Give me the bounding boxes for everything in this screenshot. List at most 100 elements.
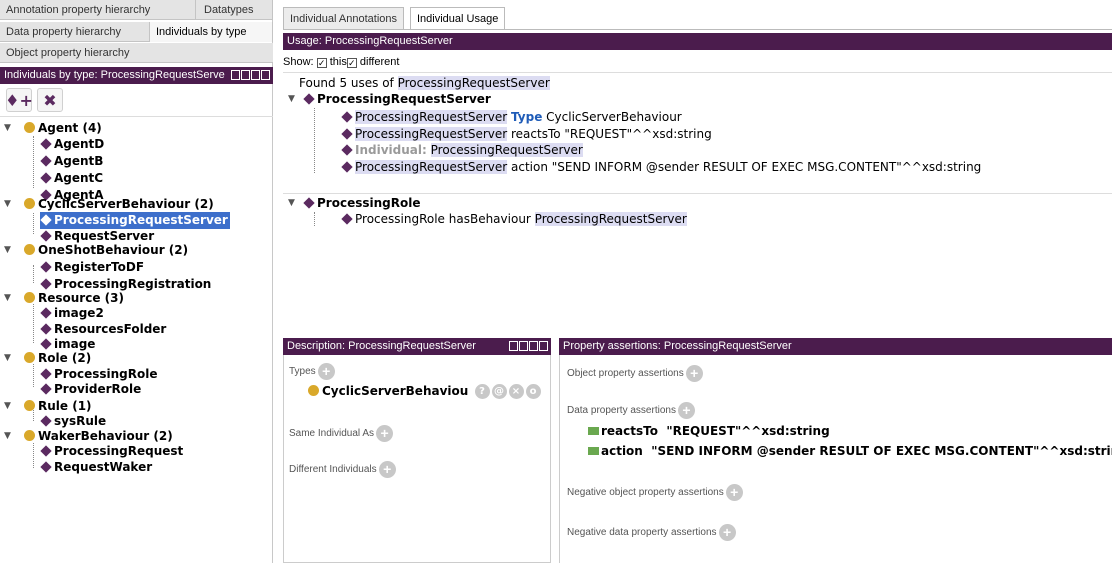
assertions-panel-header: Property assertions: ProcessingRequestSe…: [559, 338, 1112, 355]
description-panel: Types + CyclicServerBehaviou ? @ × o Same In…: [283, 355, 551, 563]
individual-icon: [40, 172, 52, 184]
tree-individual-registertodf[interactable]: RegisterToDF: [40, 259, 144, 276]
individual-icon: [40, 323, 52, 335]
class-icon: [24, 292, 35, 303]
show-options: Show: ✓ this✓ different: [283, 56, 399, 68]
usage-summary: Found 5 uses of ProcessingRequestServer: [299, 76, 550, 90]
hierarchy-tab-row-2: Data property hierarchy Individuals by t…: [0, 22, 273, 42]
collapse-caret-icon[interactable]: ▼: [288, 94, 295, 104]
class-icon: [24, 352, 35, 363]
panel-close-icon[interactable]: [261, 70, 270, 80]
different-label: different: [359, 56, 400, 68]
add-type-button[interactable]: +: [317, 363, 335, 380]
collapse-caret-icon[interactable]: ▼: [4, 242, 11, 259]
tree-individual-processingrequest[interactable]: ProcessingRequest: [40, 443, 183, 460]
this-checkbox[interactable]: ✓: [316, 58, 327, 68]
types-section: Types +: [289, 363, 335, 380]
tab-individual-annotations[interactable]: Individual Annotations: [283, 7, 405, 29]
collapse-caret-icon[interactable]: ▼: [4, 428, 11, 445]
panel-window-controls: [509, 341, 548, 351]
individual-icon: [303, 197, 315, 209]
usage-line-hasbehaviour[interactable]: ProcessingRole hasBehaviour ProcessingRe…: [341, 211, 687, 228]
add-individual-button[interactable]: ♦+: [5, 88, 33, 112]
collapse-caret-icon[interactable]: ▼: [288, 198, 295, 208]
this-label: this: [329, 56, 347, 68]
usage-line-action[interactable]: ProcessingRequestServer action "SEND INF…: [341, 159, 981, 176]
individual-icon: [40, 214, 52, 226]
same-individual-section: Same Individual As +: [289, 425, 394, 442]
tree-class-cyclicserverbehaviour[interactable]: ▼ CyclicServerBehaviour (2): [4, 196, 214, 213]
annotate-icon[interactable]: @: [491, 384, 507, 399]
add-data-property-assertion-button[interactable]: +: [677, 402, 695, 419]
divider: [283, 29, 1112, 30]
panel-maximize-icon[interactable]: [251, 70, 260, 80]
panel-maximize-icon[interactable]: [529, 341, 538, 351]
class-icon: [24, 198, 35, 209]
panel-split-icon[interactable]: [231, 70, 240, 80]
tree-class-agent[interactable]: ▼ Agent (4): [4, 120, 102, 137]
class-icon: [308, 385, 319, 396]
usage-group-processingrole[interactable]: ProcessingRole: [303, 195, 420, 212]
tab-data-property-hierarchy[interactable]: Data property hierarchy: [0, 22, 150, 42]
panel-split-icon[interactable]: [509, 341, 518, 351]
tab-object-property-hierarchy[interactable]: Object property hierarchy: [0, 43, 273, 63]
usage-panel-title: Usage: ProcessingRequestServer: [287, 35, 453, 47]
usage-line-reactsto[interactable]: ProcessingRequestServer reactsTo "REQUES…: [341, 126, 712, 143]
add-different-individual-button[interactable]: +: [378, 461, 396, 478]
assertions-panel-title: Property assertions: ProcessingRequestSe…: [563, 340, 792, 352]
add-same-individual-button[interactable]: +: [376, 425, 394, 442]
data-property-icon: [588, 427, 599, 435]
assertion-row-action[interactable]: action "SEND INFORM @sender RESULT OF EX…: [588, 442, 1112, 461]
type-row[interactable]: CyclicServerBehaviou ? @ × o: [308, 382, 541, 401]
hierarchy-tab-row-1: Annotation property hierarchy Datatypes: [0, 0, 273, 20]
usage-group-processingrequestserver[interactable]: ProcessingRequestServer: [303, 91, 491, 108]
negative-data-property-assertions-section: Negative data property assertions +: [567, 524, 736, 541]
panel-window-controls: [231, 70, 270, 80]
edit-icon[interactable]: o: [525, 384, 541, 399]
add-individual-icon: ♦+: [5, 90, 33, 110]
add-negative-object-property-assertion-button[interactable]: +: [725, 484, 743, 501]
remove-icon[interactable]: ×: [508, 384, 524, 399]
individual-icon: [303, 93, 315, 105]
panel-close-icon[interactable]: [539, 341, 548, 351]
collapse-caret-icon[interactable]: ▼: [4, 398, 11, 415]
tree-class-role[interactable]: ▼ Role (2): [4, 350, 91, 367]
add-object-property-assertion-button[interactable]: +: [685, 365, 703, 382]
usage-line-type[interactable]: ProcessingRequestServer Type CyclicServe…: [341, 109, 682, 126]
tree-class-oneshotbehaviour[interactable]: ▼ OneShotBehaviour (2): [4, 242, 188, 259]
delete-individual-icon: ✖: [43, 90, 57, 110]
individual-icon: [341, 128, 353, 140]
individual-icon: [40, 338, 52, 350]
individuals-panel-title: Individuals by type: ProcessingRequestSe…: [4, 69, 225, 81]
help-icon[interactable]: ?: [474, 384, 490, 399]
tree-individual-agentb[interactable]: AgentB: [40, 153, 103, 170]
tree-individual-image2[interactable]: image2: [40, 305, 104, 322]
tab-annotation-property-hierarchy[interactable]: Annotation property hierarchy: [0, 0, 196, 20]
panel-minimize-icon[interactable]: [519, 341, 528, 351]
tree-individual-agentd[interactable]: AgentD: [40, 136, 104, 153]
individual-icon: [341, 144, 353, 156]
tree-individual-agentc[interactable]: AgentC: [40, 170, 103, 187]
tree-individual-providerrole[interactable]: ProviderRole: [40, 381, 141, 398]
collapse-caret-icon[interactable]: ▼: [4, 120, 11, 137]
tab-individual-usage[interactable]: Individual Usage: [410, 7, 506, 29]
found-entity[interactable]: ProcessingRequestServer: [397, 76, 550, 90]
collapse-caret-icon[interactable]: ▼: [4, 196, 11, 213]
divider: [283, 193, 1112, 194]
collapse-caret-icon[interactable]: ▼: [4, 350, 11, 367]
assertion-row-reactsto[interactable]: reactsTo "REQUEST"^^xsd:string: [588, 422, 1112, 441]
tree-individual-requestwaker[interactable]: RequestWaker: [40, 459, 152, 476]
tab-datatypes[interactable]: Datatypes: [196, 0, 273, 20]
tab-individuals-by-type[interactable]: Individuals by type: [150, 22, 273, 42]
data-property-assertions-section: Data property assertions +: [567, 402, 695, 419]
data-property-icon: [588, 447, 599, 455]
delete-individual-button[interactable]: ✖: [37, 88, 63, 112]
individual-icon: [341, 161, 353, 173]
tree-individual-processingrequestserver[interactable]: ProcessingRequestServer: [40, 212, 230, 229]
usage-line-individual[interactable]: Individual: ProcessingRequestServer: [341, 142, 583, 159]
panel-minimize-icon[interactable]: [241, 70, 250, 80]
individual-icon: [40, 261, 52, 273]
collapse-caret-icon[interactable]: ▼: [4, 290, 11, 307]
add-negative-data-property-assertion-button[interactable]: +: [718, 524, 736, 541]
different-checkbox[interactable]: ✓: [346, 58, 357, 68]
